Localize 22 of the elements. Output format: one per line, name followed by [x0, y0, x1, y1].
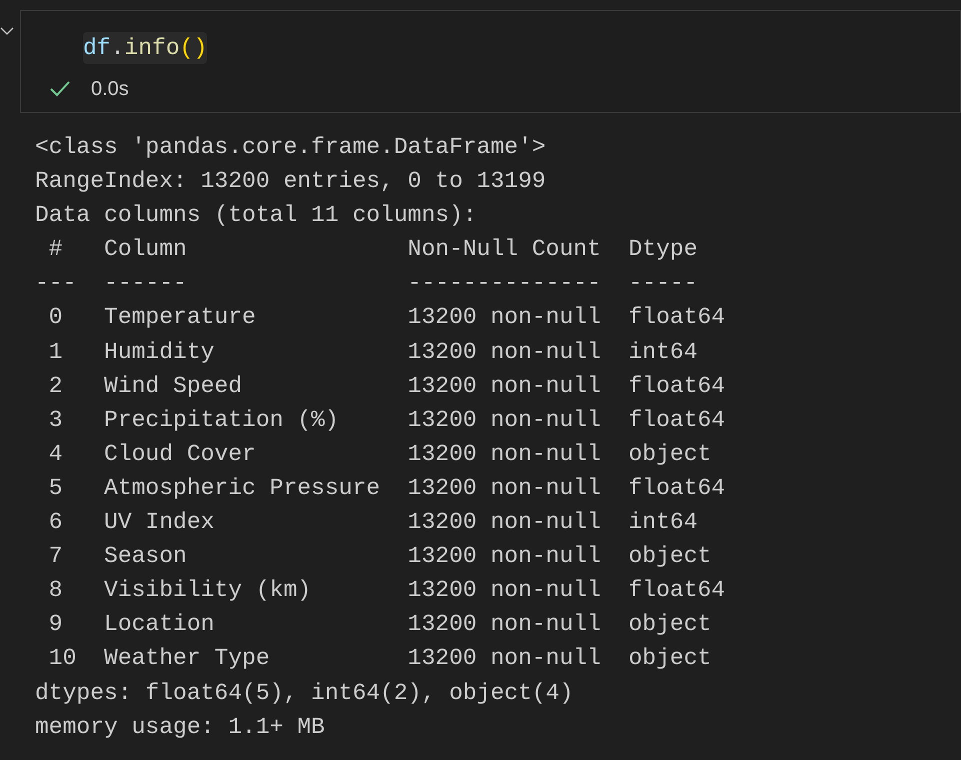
output-line: 9 Location 13200 non-null object: [48, 610, 712, 640]
output-line: dtypes: float64(5), int64(2), object(4): [35, 678, 574, 708]
output-line: 7 Season 13200 non-null object: [48, 542, 712, 572]
chevron-down-icon[interactable]: [0, 26, 14, 36]
output-line: 3 Precipitation (%) 13200 non-null float64: [48, 406, 726, 435]
output-line: --- ------ -------------- -----: [35, 269, 699, 298]
output-line: 10 Weather Type 13200 non-null object: [48, 644, 712, 674]
output-line: 8 Visibility (km) 13200 non-null float64: [48, 576, 726, 606]
output-line: # Column Non-Null Count Dtype: [48, 235, 699, 264]
output-line: 2 Wind Speed 13200 non-null float64: [48, 372, 726, 401]
output-line: 6 UV Index 13200 non-null int64: [48, 508, 699, 538]
output-line: 5 Atmospheric Pressure 13200 non-null float64: [48, 474, 726, 503]
output-line: 0 Temperature 13200 non-null float64: [48, 303, 726, 332]
output-line: <class 'pandas.core.frame.DataFrame'>: [35, 133, 546, 162]
output-line: memory usage: 1.1+ MB: [35, 712, 325, 742]
output-line: Data columns (total 11 columns):: [35, 201, 477, 230]
output-line: RangeIndex: 13200 entries, 0 to 13199: [35, 167, 546, 196]
output-line: 4 Cloud Cover 13200 non-null object: [48, 440, 712, 469]
execution-time: 0.0s: [91, 77, 129, 102]
output-line: 1 Humidity 13200 non-null int64: [48, 338, 699, 367]
checkmark-icon: [49, 80, 71, 98]
code-cell[interactable]: df.info() 0.0s: [20, 10, 961, 113]
